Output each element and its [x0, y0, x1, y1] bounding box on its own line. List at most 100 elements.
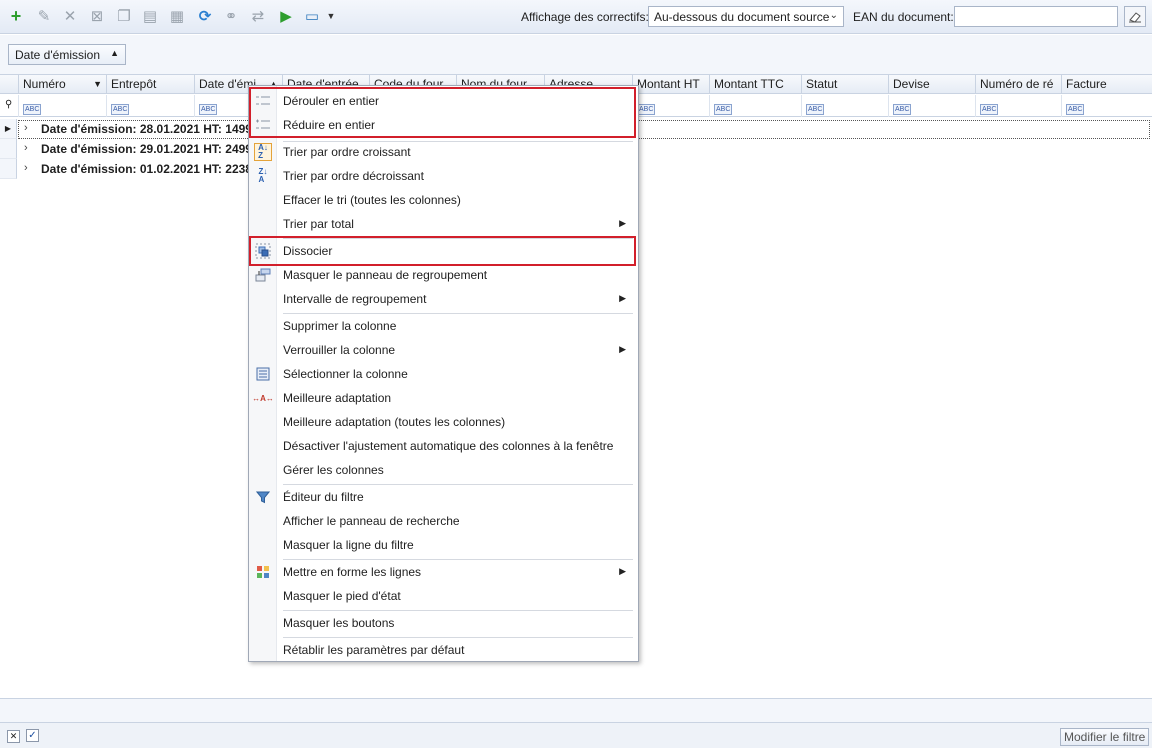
filter-cell-entrepot[interactable]: ABC	[106, 95, 194, 117]
modify-filter-button[interactable]: Modifier le filtre	[1060, 728, 1149, 746]
edit-icon[interactable]: ✎	[34, 6, 54, 26]
correctifs-select[interactable]: Au-dessous du document source ⌄	[648, 6, 844, 27]
menu-item-hide-status-footer[interactable]: Masquer le pied d'état	[249, 584, 638, 608]
clear-eraser-icon[interactable]	[1124, 6, 1146, 27]
menu-item-select-column[interactable]: Sélectionner la colonne	[249, 362, 638, 386]
menu-item-label: Masquer les boutons	[283, 616, 395, 630]
row-indicator	[0, 159, 17, 179]
menu-item-label: Masquer la ligne du filtre	[283, 538, 414, 552]
expand-chevron-icon[interactable]: ›	[24, 162, 28, 174]
column-label: Montant HT	[637, 77, 700, 91]
submenu-arrow-icon: ▶	[619, 566, 626, 576]
menu-item-clear-sort[interactable]: Effacer le tri (toutes les colonnes)	[249, 188, 638, 212]
menu-item-label: Meilleure adaptation	[283, 391, 392, 405]
sort-descending-icon: Z↓ A	[258, 167, 268, 184]
add-icon[interactable]: +	[6, 6, 26, 26]
menu-item-best-fit-all[interactable]: Meilleure adaptation (toutes les colonne…	[249, 410, 638, 434]
abc-icon: ABC	[637, 104, 656, 115]
menu-item-label: Masquer le pied d'état	[283, 589, 401, 603]
sort-up-icon: ▲	[110, 48, 119, 58]
filter-cell-facture[interactable]: ABC	[1061, 95, 1152, 117]
menu-item-hide-filter-row[interactable]: Masquer la ligne du filtre	[249, 533, 638, 557]
menu-item-sort-ascending[interactable]: A↓ Z Trier par ordre croissant	[249, 140, 638, 164]
menu-item-best-fit[interactable]: ↔A↔ Meilleure adaptation	[249, 386, 638, 410]
menu-item-sort-descending[interactable]: Z↓ A Trier par ordre décroissant	[249, 164, 638, 188]
ean-input[interactable]	[954, 6, 1118, 27]
filter-pin-icon: ⚲	[5, 99, 13, 110]
row-indicator-header	[0, 75, 18, 94]
format-rows-icon	[254, 563, 272, 581]
view-icon[interactable]: ▭	[302, 6, 322, 26]
column-label: Numéro de ré	[980, 77, 1054, 91]
menu-item-label: Intervalle de regroupement	[283, 292, 427, 306]
menu-item-disable-auto-width[interactable]: Désactiver l'ajustement automatique des …	[249, 434, 638, 458]
column-header-numero[interactable]: Numéro ▼	[18, 75, 106, 94]
transfer-icon[interactable]: ⇄	[248, 6, 268, 26]
menu-item-restore-defaults[interactable]: Rétablir les paramètres par défaut	[249, 638, 638, 662]
filter-cell-numero-reference[interactable]: ABC	[975, 95, 1061, 117]
menu-item-format-rows[interactable]: Mettre en forme les lignes ▶	[249, 560, 638, 584]
abc-icon: ABC	[806, 104, 825, 115]
copy-icon[interactable]: ❐	[114, 6, 134, 26]
menu-item-label: Masquer le panneau de regroupement	[283, 268, 488, 282]
menu-item-sort-by-total[interactable]: Trier par total ▶	[249, 212, 638, 236]
menu-item-label: Verrouiller la colonne	[283, 343, 396, 357]
menu-item-label: Afficher le panneau de recherche	[283, 514, 460, 528]
submenu-arrow-icon: ▶	[619, 344, 626, 354]
delete-icon[interactable]: ✕	[60, 6, 80, 26]
column-label: Entrepôt	[111, 77, 157, 91]
summary-footer	[0, 698, 1152, 722]
filter-cell-montant-ttc[interactable]: ABC	[709, 95, 801, 117]
link-icon[interactable]: ⚭	[221, 6, 241, 26]
column-header-devise[interactable]: Devise	[888, 75, 975, 94]
menu-item-hide-group-panel[interactable]: Masquer le panneau de regroupement	[249, 263, 638, 287]
abc-icon: ABC	[1066, 104, 1085, 115]
menu-item-lock-column[interactable]: Verrouiller la colonne ▶	[249, 338, 638, 362]
filter-enabled-checkbox[interactable]: ✓	[26, 729, 39, 742]
more-arrow-icon[interactable]: ▼	[324, 6, 338, 26]
group-row-label: Date d'émission: 29.01.2021 HT: 2499,90,	[41, 142, 272, 156]
calendar-icon[interactable]: ▦	[167, 6, 187, 26]
print-icon[interactable]: ▤	[140, 6, 160, 26]
menu-item-show-search-panel[interactable]: Afficher le panneau de recherche	[249, 509, 638, 533]
filter-cell-montant-ht[interactable]: ABC	[632, 95, 709, 117]
group-chip-date-emission[interactable]: Date d'émission ▲	[8, 44, 126, 65]
column-header-entrepot[interactable]: Entrepôt	[106, 75, 194, 94]
submenu-arrow-icon: ▶	[619, 293, 626, 303]
column-header-montant-ht[interactable]: Montant HT	[632, 75, 709, 94]
menu-item-hide-buttons[interactable]: Masquer les boutons	[249, 611, 638, 635]
column-header-montant-ttc[interactable]: Montant TTC	[709, 75, 801, 94]
correctifs-value: Au-dessous du document source	[654, 10, 830, 24]
run-icon[interactable]: ▶	[276, 6, 296, 26]
filter-cell-numero[interactable]: ABC	[18, 95, 106, 117]
submenu-arrow-icon: ▶	[619, 218, 626, 228]
filter-icon	[254, 488, 272, 506]
group-chip-label: Date d'émission	[15, 48, 100, 62]
menu-item-manage-columns[interactable]: Gérer les colonnes	[249, 458, 638, 482]
group-row-label: Date d'émission: 01.02.2021 HT: 2238,28,	[41, 162, 272, 176]
chevron-down-icon: ⌄	[829, 10, 838, 21]
column-header-numero-reference[interactable]: Numéro de ré	[975, 75, 1061, 94]
refresh-icon[interactable]: ⟳	[195, 6, 215, 26]
abc-icon: ABC	[714, 104, 733, 115]
filter-cell-statut[interactable]: ABC	[801, 95, 888, 117]
best-fit-icon: ↔A↔	[252, 393, 274, 403]
cancel-icon[interactable]: ⊠	[87, 6, 107, 26]
filter-cell-devise[interactable]: ABC	[888, 95, 975, 117]
menu-item-label: Gérer les colonnes	[283, 463, 384, 477]
menu-item-group-interval[interactable]: Intervalle de regroupement ▶	[249, 287, 638, 311]
expand-chevron-icon[interactable]: ›	[24, 142, 28, 154]
menu-item-label: Trier par ordre croissant	[283, 145, 411, 159]
menu-item-remove-column[interactable]: Supprimer la colonne	[249, 314, 638, 338]
expand-chevron-icon[interactable]: ›	[24, 122, 28, 134]
ean-label: EAN du document:	[853, 10, 954, 24]
menu-item-filter-editor[interactable]: Éditeur du filtre	[249, 485, 638, 509]
abc-icon: ABC	[111, 104, 130, 115]
menu-item-label: Meilleure adaptation (toutes les colonne…	[283, 415, 506, 429]
column-header-statut[interactable]: Statut	[801, 75, 888, 94]
menu-item-label: Trier par ordre décroissant	[283, 169, 424, 183]
highlight-box-ungroup	[249, 236, 636, 266]
column-header-facture[interactable]: Facture	[1061, 75, 1152, 94]
row-indicator	[0, 139, 17, 159]
clear-filter-icon[interactable]: ✕	[7, 730, 20, 743]
